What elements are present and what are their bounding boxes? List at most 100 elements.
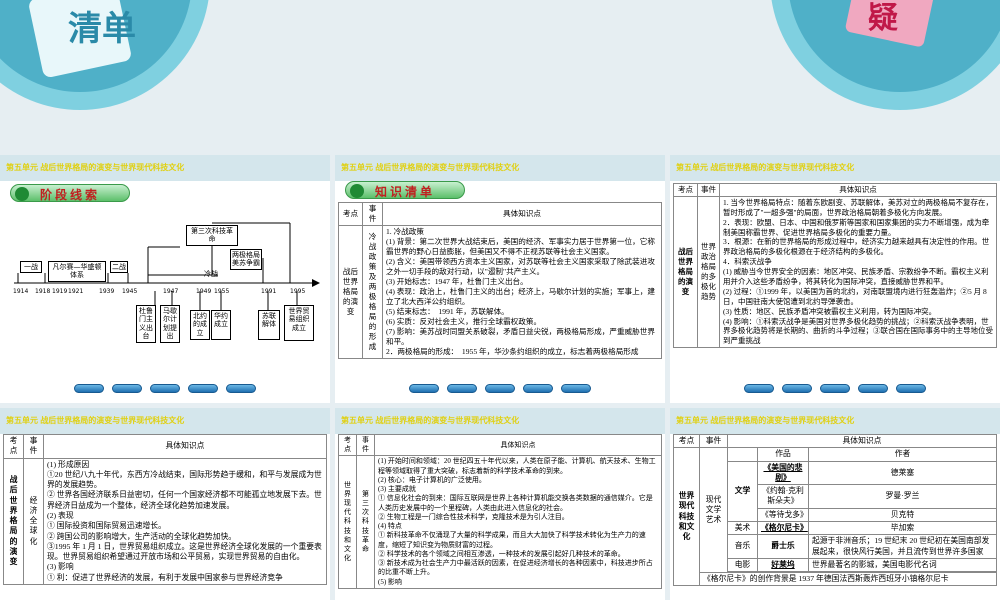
section-title-pill: 知识清单 <box>345 181 465 199</box>
knowledge-line: (2) 核心：电子计算机的广泛使用。 <box>378 475 486 484</box>
unit-title: 第五单元 战后世界格局的演变与世界现代科技文化 <box>6 416 185 425</box>
slide-header: 第五单元 战后世界格局的演变与世界现代科技文化 <box>335 155 665 181</box>
timeline-event-nato: 北约的成立 <box>190 310 210 340</box>
slide-knowledge-list-1[interactable]: 第五单元 战后世界格局的演变与世界现代科技文化 知识清单 考点 事件 具体知识点… <box>335 155 665 403</box>
knowledge-line: ② 生物工程是一门综合性技术科学，克隆技术是为引人注目。 <box>378 512 569 521</box>
knowledge-line: (6) 实质：反对社会主义，推行全球霸权政策。 <box>386 317 542 327</box>
content-cell: (1) 形成原因 ①20 世纪八九十年代，东西方冷战结束，国际形势趋于缓和，和平… <box>43 457 327 585</box>
slide-nav <box>670 384 1000 393</box>
nav-button-4[interactable] <box>188 384 218 393</box>
knowledge-line: (7) 影响：美苏战时同盟关系破裂，矛盾日益尖锐，两极格局形成，严重威胁世界和平… <box>386 327 655 347</box>
knowledge-line: ② 科学技术的各个领域之间相互渗透，一种技术的发展引起好几种技术的革命。 <box>378 549 625 558</box>
knowledge-line: (2) 表现 <box>47 510 74 520</box>
topic-cell: 世界现代科技和文化 <box>338 455 357 589</box>
timeline-event-cold-war: 冷战 <box>204 270 218 278</box>
knowledge-line: (1) 威胁当今世界安全的因素：地区冲突、民族矛盾、宗教纷争不断。霸权主义利用并… <box>723 267 989 287</box>
slide-header: 第五单元 战后世界格局的演变与世界现代科技文化 <box>335 408 665 434</box>
knowledge-line: (5) 结束标志： 1991 年，苏联解体。 <box>386 307 509 317</box>
banner-right-text: 疑 <box>868 1 898 36</box>
timeline-event-versailles: 凡尔赛—华盛顿体系 <box>48 261 106 282</box>
work-cell: 《美国的悲剧》 <box>757 460 809 486</box>
author-cell: 毕加索 <box>807 520 998 536</box>
timeline-event-ussr-collapse: 苏联解体 <box>258 310 280 340</box>
slide-nav <box>0 384 330 393</box>
jazz-desc-cell: 起源于非洲音乐；19 世纪末 20 世纪初在美国南部发展起来，很快风行美国，并且… <box>807 534 998 559</box>
nav-button-2[interactable] <box>112 384 142 393</box>
year-label: 1995 <box>290 288 306 295</box>
nav-button-5[interactable] <box>896 384 926 393</box>
unit-title: 第五单元 战后世界格局的演变与世界现代科技文化 <box>341 416 520 425</box>
header-cell: 事件 <box>362 201 383 227</box>
timeline-event-ww2: 二战 <box>110 261 128 274</box>
knowledge-line: 3．根源：在新的世界格局的形成过程中，经济实力越来越具有决定性的作用。世界政治格… <box>723 237 990 257</box>
nav-button-5[interactable] <box>561 384 591 393</box>
category-cell: 电影 <box>727 557 758 573</box>
header-cell: 具体知识点 <box>382 201 662 227</box>
note-cell: 《格尔尼卡》的创作背景是 1937 年德国法西斯轰炸西班牙小镇格尔尼卡 <box>699 572 997 587</box>
year-label: 1947 <box>163 288 179 295</box>
knowledge-line: ② 跨国公司的影响增大，生产活动的全球化趋势加快。 <box>47 531 237 541</box>
knowledge-table: 考点 事件 具体知识点 战后世界格局的演变 世界政治格局的多极化趋势 1. 当今… <box>673 183 997 349</box>
slide-stage-clues[interactable]: 第五单元 战后世界格局的演变与世界现代科技文化 阶段线索 一战 凡尔赛—华盛顿体… <box>0 155 330 403</box>
nav-button-4[interactable] <box>858 384 888 393</box>
slide-header: 第五单元 战后世界格局的演变与世界现代科技文化 <box>670 408 1000 434</box>
slide-knowledge-list-3[interactable]: 第五单元 战后世界格局的演变与世界现代科技文化 考点 事件 具体知识点 战后世界… <box>0 408 330 600</box>
year-label: 1914 <box>13 288 29 295</box>
author-cell: 德莱塞 <box>807 460 998 486</box>
year-label: 1945 <box>122 288 138 295</box>
nav-button-1[interactable] <box>409 384 439 393</box>
slide-knowledge-list-2[interactable]: 第五单元 战后世界格局的演变与世界现代科技文化 考点 事件 具体知识点 战后世界… <box>670 155 1000 403</box>
year-label: 1939 <box>99 288 115 295</box>
slide-knowledge-list-4[interactable]: 第五单元 战后世界格局的演变与世界现代科技文化 考点 事件 具体知识点 世界现代… <box>335 408 665 600</box>
timeline-event-wto: 世界贸易组织成立 <box>284 305 314 341</box>
unit-title: 第五单元 战后世界格局的演变与世界现代科技文化 <box>676 416 855 425</box>
content-cell: 1. 冷战政策 (1) 背景：第二次世界大战结束后，美国的经济、军事实力居于世界… <box>382 225 662 360</box>
timeline-event-truman: 杜鲁门主义出台 <box>136 305 156 343</box>
nav-button-2[interactable] <box>447 384 477 393</box>
event-cell: 经济全球化 <box>23 457 44 585</box>
header-cell: 考点 <box>673 433 700 449</box>
slide-header: 第五单元 战后世界格局的演变与世界现代科技文化 <box>670 155 1000 181</box>
category-cell: 文学 <box>727 460 758 522</box>
knowledge-line: (3) 影响 <box>47 562 74 572</box>
slide-knowledge-list-5[interactable]: 第五单元 战后世界格局的演变与世界现代科技文化 考点 事件 具体知识点 世界现代… <box>670 408 1000 600</box>
knowledge-line: (4) 特点 <box>378 522 402 531</box>
knowledge-line: (5) 影响 <box>378 577 402 586</box>
nav-button-5[interactable] <box>226 384 256 393</box>
knowledge-line: (1) 背景：第二次世界大战结束后，美国的经济、军事实力居于世界第一位，它称霸世… <box>386 237 655 257</box>
nav-button-3[interactable] <box>485 384 515 393</box>
knowledge-line: (3) 开始标志：1947 年，杜鲁门主义出台。 <box>386 277 528 287</box>
work-cell: 《约翰·克利斯朵夫》 <box>757 484 809 509</box>
knowledge-line: (3) 性质：地区、民族矛盾冲突被霸权主义利用，转为国际冲突。 <box>723 306 937 316</box>
knowledge-line: 1. 当今世界格局特点：随着东欧剧变、苏联解体，美苏对立的两极格局不复存在，暂时… <box>723 197 993 217</box>
slide-header: 第五单元 战后世界格局的演变与世界现代科技文化 <box>0 408 330 434</box>
year-label: 1921 <box>68 288 84 295</box>
nav-button-2[interactable] <box>782 384 812 393</box>
knowledge-line: ① 利：促进了世界经济的发展，有利于发展中国家参与世界经济竞争 <box>47 572 283 582</box>
header-cell: 事件 <box>23 434 44 459</box>
banner-left-text: 清单 <box>68 9 136 49</box>
nav-button-1[interactable] <box>744 384 774 393</box>
nav-button-3[interactable] <box>820 384 850 393</box>
timeline-event-tech-revolution: 第三次科技革命 <box>186 225 238 246</box>
topic-cell: 战后世界格局的演变 <box>673 195 698 349</box>
unit-title: 第五单元 战后世界格局的演变与世界现代科技文化 <box>341 163 520 172</box>
nav-button-4[interactable] <box>523 384 553 393</box>
author-cell: 罗曼·罗兰 <box>807 484 998 509</box>
year-label: 1949 <box>196 288 212 295</box>
unit-title: 第五单元 战后世界格局的演变与世界现代科技文化 <box>676 163 855 172</box>
nav-button-3[interactable] <box>150 384 180 393</box>
timeline-event-bipolar: 两极格局 美苏争霸 <box>230 249 262 270</box>
nav-button-1[interactable] <box>74 384 104 393</box>
knowledge-line: ① 国际投资和国际贸易迅速增长。 <box>47 521 166 531</box>
knowledge-line: (1) 开始时间和领域：20 世纪四五十年代以来，人类在原子能、计算机、航天技术… <box>378 457 656 475</box>
sub-header-cell: 作者 <box>807 447 998 462</box>
hollywood-cell: 好莱坞 <box>757 557 809 573</box>
work-cell: 《等待戈多》 <box>757 507 809 522</box>
category-cell: 音乐 <box>727 534 758 559</box>
knowledge-line: ② 世界各国经济联系日益密切，任何一个国家经济都不可能孤立地发展下去。世界经济日… <box>47 490 322 510</box>
knowledge-line: (1) 形成原因 <box>47 459 90 469</box>
timeline-event-warsaw: 华约成立 <box>211 310 231 340</box>
work-cell: 《格尔尼卡》 <box>757 520 809 536</box>
knowledge-line: ③1995 年 1 月 1 日，世界贸易组织成立。这是世界经济全球化发展的一个重… <box>47 541 322 562</box>
